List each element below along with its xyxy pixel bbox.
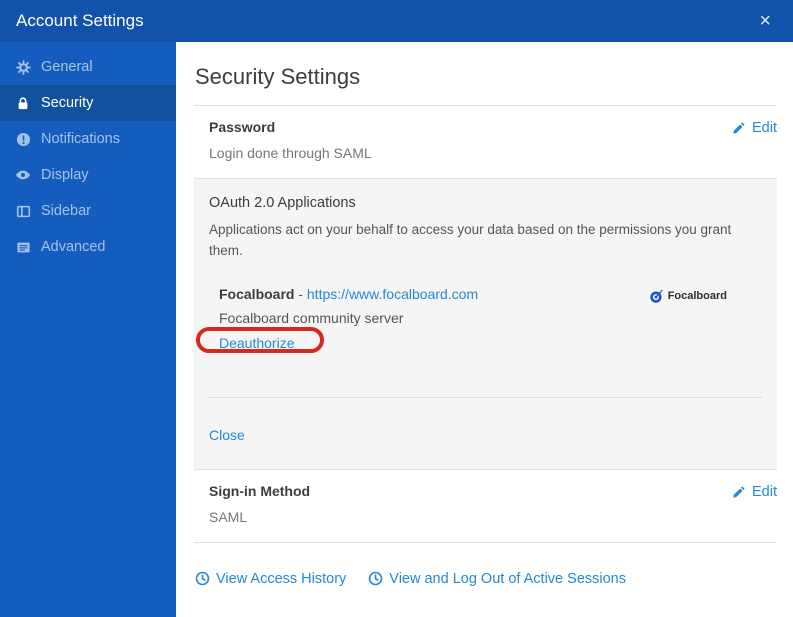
signin-edit-button[interactable]: Edit (732, 484, 777, 500)
password-section: Password Login done through SAML Edit (194, 106, 777, 178)
oauth-app-info: Focalboard - https://www.focalboard.com … (196, 286, 478, 353)
sidebar-item-label: General (41, 59, 93, 75)
focalboard-logo-icon (649, 288, 664, 304)
oauth-section-title: OAuth 2.0 Applications (209, 195, 356, 211)
sidebar-item-label: Security (41, 95, 94, 111)
lock-icon (15, 95, 31, 111)
close-icon: × (759, 10, 771, 32)
sidebar-item-label: Notifications (41, 131, 120, 147)
pencil-icon (732, 121, 746, 135)
footer-link-label: View Access History (216, 570, 347, 587)
sidebar-item-general[interactable]: General (0, 49, 176, 85)
password-section-title: Password (209, 119, 276, 135)
columns-icon (15, 203, 31, 219)
oauth-app-description: Focalboard community server (219, 309, 404, 326)
signin-method-text: Sign-in Method SAML (209, 483, 310, 525)
view-active-sessions-link[interactable]: View and Log Out of Active Sessions (368, 571, 626, 587)
oauth-app-entry: Focalboard - https://www.focalboard.com … (196, 286, 762, 353)
sidebar-item-display[interactable]: Display (0, 157, 176, 193)
sidebar-item-security[interactable]: Security (0, 85, 176, 121)
password-section-text: Password Login done through SAML (209, 119, 372, 161)
divider (194, 541, 777, 543)
oauth-section: OAuth 2.0 Applications Applications act … (194, 179, 777, 469)
signin-method-section: Sign-in Method SAML Edit (194, 470, 777, 542)
sidebar-item-notifications[interactable]: Notifications (0, 121, 176, 157)
oauth-section-description: Applications act on your behalf to acces… (209, 222, 732, 258)
modal-title: Account Settings (16, 11, 144, 30)
view-access-history-link[interactable]: View Access History (195, 571, 346, 587)
divider (209, 396, 762, 398)
password-section-description: Login done through SAML (209, 145, 372, 161)
exclamation-circle-icon (15, 131, 31, 147)
account-settings-modal: Account Settings × General Security Noti… (0, 0, 793, 617)
focalboard-logo-label: Focalboard (667, 289, 727, 302)
sidebar-item-label: Display (41, 167, 89, 183)
oauth-close-link[interactable]: Close (209, 427, 245, 443)
clock-icon (195, 571, 210, 586)
clock-icon (368, 571, 383, 586)
sidebar-item-label: Advanced (41, 239, 106, 255)
eye-icon (15, 167, 31, 183)
oauth-app-separator: - (298, 285, 304, 302)
oauth-app-url-link[interactable]: https://www.focalboard.com (307, 286, 478, 302)
modal-body: General Security Notifications Display S… (0, 42, 793, 617)
oauth-app-name: Focalboard (219, 285, 295, 302)
gear-icon (15, 59, 31, 75)
edit-label: Edit (752, 483, 777, 500)
sidebar-item-advanced[interactable]: Advanced (0, 229, 176, 265)
page-title: Security Settings (195, 64, 361, 89)
pencil-icon (732, 485, 746, 499)
signin-method-title: Sign-in Method (209, 482, 311, 499)
settings-sidebar: General Security Notifications Display S… (0, 42, 176, 617)
footer-link-label: View and Log Out of Active Sessions (389, 570, 626, 587)
list-icon (15, 239, 31, 255)
deauthorize-wrap: Deauthorize (196, 326, 324, 353)
settings-content: Security Settings Password Login done th… (176, 42, 793, 617)
edit-label: Edit (752, 120, 777, 136)
close-button[interactable]: × (753, 9, 777, 33)
signin-method-value: SAML (209, 508, 248, 525)
deauthorize-link[interactable]: Deauthorize (219, 335, 295, 351)
footer-links: View Access History View and Log Out of … (195, 571, 777, 587)
focalboard-logo: Focalboard (649, 288, 727, 304)
password-edit-button[interactable]: Edit (732, 120, 777, 136)
oauth-app-title-line: Focalboard - https://www.focalboard.com (219, 286, 478, 302)
sidebar-item-label: Sidebar (41, 203, 91, 219)
modal-header: Account Settings × (0, 0, 793, 42)
sidebar-item-sidebar[interactable]: Sidebar (0, 193, 176, 229)
